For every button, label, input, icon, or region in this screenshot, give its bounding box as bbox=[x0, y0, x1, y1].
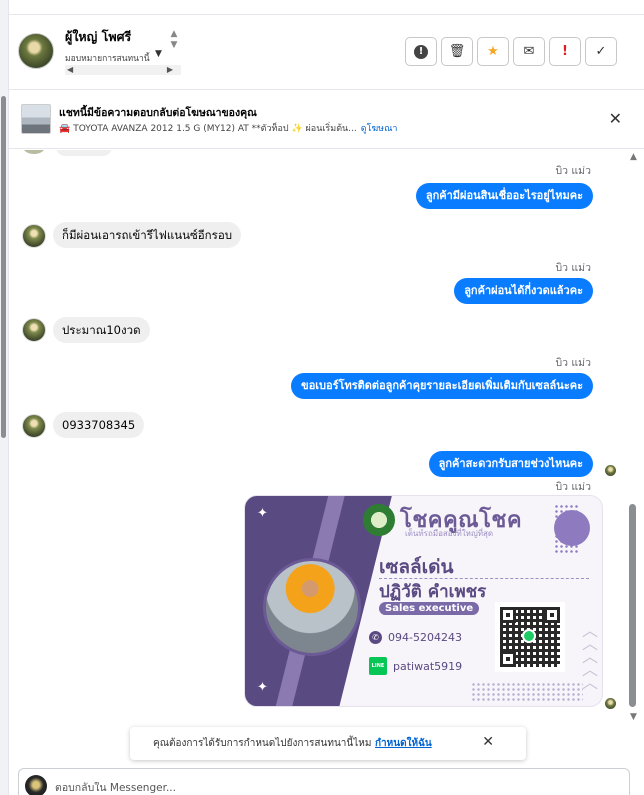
contact-avatar-partial bbox=[23, 150, 45, 154]
assign-conversation-dropdown[interactable]: มอบหมายการสนทนานี้ bbox=[65, 51, 150, 65]
card-line-row: LINE patiwat5919 bbox=[369, 657, 462, 675]
view-ad-link[interactable]: ดูโฆษณา bbox=[361, 124, 398, 134]
seen-receipt-avatar bbox=[605, 698, 616, 709]
dealer-logo bbox=[363, 504, 395, 536]
exclamation-icon: ! bbox=[562, 44, 568, 59]
page-avatar bbox=[25, 775, 47, 795]
salesperson-photo bbox=[263, 558, 361, 656]
qr-finder bbox=[544, 607, 560, 623]
qr-code-pattern bbox=[500, 607, 560, 667]
thread-scrollbar-thumb[interactable] bbox=[629, 504, 636, 707]
scroll-left-icon[interactable]: ◀ bbox=[67, 65, 73, 74]
salesperson-name: ปฏิวัติ คำเพชร bbox=[379, 582, 487, 602]
qr-finder bbox=[500, 607, 516, 623]
email-button[interactable]: ✉ bbox=[513, 37, 545, 66]
salesperson-role: Sales executive bbox=[379, 602, 480, 615]
star-icon: ★ bbox=[487, 44, 499, 59]
incoming-message[interactable]: 0933708345 bbox=[53, 412, 145, 438]
envelope-icon: ✉ bbox=[523, 44, 535, 59]
sparkle-icon: ✦ bbox=[257, 506, 268, 521]
outgoing-message[interactable]: ลูกค้ามีผ่อนสินเชื่ออะไรอยู่ไหมคะ bbox=[415, 183, 593, 209]
seen-receipt-avatar bbox=[605, 465, 616, 476]
ad-reply-banner: แชทนี้มีข้อความตอบกลับต่อโฆษณาของคุณ 🚘 TO… bbox=[9, 91, 644, 149]
star-button[interactable]: ★ bbox=[477, 37, 509, 66]
sender-name: บิว แม่ว bbox=[555, 357, 591, 369]
chevron-down-icon[interactable]: ▼ bbox=[155, 49, 162, 59]
sender-name: บิว แม่ว bbox=[555, 481, 591, 493]
trash-icon: 🗑 bbox=[448, 44, 466, 59]
assign-prompt: คุณต้องการได้รับการกำหนดไปยังการสนทนานี้… bbox=[130, 727, 526, 760]
delete-button[interactable]: 🗑 bbox=[441, 37, 473, 66]
contact-avatar[interactable] bbox=[22, 224, 46, 248]
close-icon[interactable]: ✕ bbox=[482, 734, 494, 750]
left-scrollbar-thumb[interactable] bbox=[1, 96, 6, 438]
sender-name: บิว แม่ว bbox=[555, 165, 591, 177]
outgoing-message[interactable]: ลูกค้าผ่อนได้กี่งวดแล้วคะ bbox=[454, 278, 593, 304]
assign-to-me-link[interactable]: กำหนดให้ฉัน bbox=[375, 736, 432, 751]
qr-line-logo bbox=[522, 629, 536, 643]
business-card-image[interactable]: ✦ ✦ โชคคูณโชค เต็นท์รถมือสองที่ใหญ่ที่สุ… bbox=[244, 495, 603, 707]
sender-name: บิว แม่ว bbox=[555, 262, 591, 274]
incoming-message-partial bbox=[56, 150, 112, 156]
ad-car-thumbnail[interactable] bbox=[21, 104, 51, 134]
dealer-tagline: เต็นท์รถมือสองที่ใหญ่ที่สุด bbox=[405, 529, 494, 538]
qr-finder bbox=[500, 651, 516, 667]
card-line-id: patiwat5919 bbox=[393, 659, 463, 673]
mark-spam-button[interactable]: ! bbox=[549, 37, 581, 66]
scroll-right-icon[interactable]: ▶ bbox=[167, 65, 173, 74]
contact-name[interactable]: ผู้ใหญ่ โพศรี bbox=[65, 27, 131, 47]
left-scrollbar[interactable] bbox=[0, 0, 9, 795]
contact-avatar[interactable] bbox=[22, 414, 46, 438]
info-button[interactable]: ! bbox=[405, 37, 437, 66]
qr-code bbox=[495, 602, 565, 672]
outgoing-message[interactable]: ลูกค้าสะดวกรับสายช่วงไหนคะ bbox=[428, 451, 593, 477]
message-thread[interactable]: บิว แม่ว ลูกค้ามีผ่อนสินเชื่ออะไรอยู่ไหม… bbox=[9, 150, 626, 722]
assignee-scroll-arrows-icon[interactable]: ▲ ▼ bbox=[169, 29, 179, 51]
decorative-dots bbox=[471, 682, 583, 702]
card-phone-row: ✆ 094-5204243 bbox=[369, 631, 462, 644]
info-icon: ! bbox=[414, 44, 428, 59]
scroll-up-icon[interactable]: ▲ bbox=[630, 152, 637, 162]
card-phone: 094-5204243 bbox=[388, 631, 462, 644]
decorative-circle bbox=[554, 510, 590, 546]
line-app-icon: LINE bbox=[369, 657, 387, 675]
contact-avatar[interactable] bbox=[18, 33, 54, 69]
chevron-up-decoration-icon: ︿ ︿ ︿ ︿ ︿ bbox=[581, 621, 598, 692]
contact-avatar[interactable] bbox=[22, 318, 46, 342]
incoming-message[interactable]: ก็มีผ่อนเอารถเข้ารีไฟแนนซ์อีกรอบ bbox=[53, 222, 242, 248]
ad-listing-text: TOYOTA AVANZA 2012 1.5 G (MY12) AT **ตัว… bbox=[73, 124, 357, 134]
top-divider bbox=[9, 0, 644, 15]
assignee-horizontal-scrollbar[interactable]: ◀ ▶ bbox=[65, 65, 181, 75]
ad-listing-line: 🚘 TOYOTA AVANZA 2012 1.5 G (MY12) AT **ตั… bbox=[59, 121, 397, 135]
reply-input[interactable] bbox=[55, 782, 555, 794]
conversation-actions: ! 🗑 ★ ✉ ! ✓ bbox=[405, 37, 617, 66]
outgoing-message[interactable]: ขอเบอร์โทรติดต่อลูกค้าคุยรายละเอียดเพิ่ม… bbox=[291, 373, 593, 399]
incoming-message[interactable]: ประมาณ10งวด bbox=[53, 317, 150, 343]
checkmark-icon: ✓ bbox=[595, 44, 607, 59]
thread-scrollbar[interactable]: ▲ ▼ bbox=[626, 150, 644, 722]
phone-icon: ✆ bbox=[369, 631, 382, 644]
sparkle-icon: ✦ bbox=[257, 680, 268, 695]
mark-done-button[interactable]: ✓ bbox=[585, 37, 617, 66]
conversation-header: ผู้ใหญ่ โพศรี ▲ ▼ มอบหมายการสนทนานี้ ▼ ◀ … bbox=[9, 15, 644, 90]
reply-composer[interactable] bbox=[18, 768, 630, 795]
scroll-down-icon[interactable]: ▼ bbox=[630, 712, 637, 722]
inbox-conversation-panel: ผู้ใหญ่ โพศรี ▲ ▼ มอบหมายการสนทนานี้ ▼ ◀ … bbox=[0, 0, 644, 795]
assign-prompt-text: คุณต้องการได้รับการกำหนดไปยังการสนทนานี้… bbox=[153, 738, 372, 749]
close-icon[interactable]: ✕ bbox=[609, 109, 622, 128]
car-icon: 🚘 bbox=[59, 124, 71, 134]
ad-banner-title: แชทนี้มีข้อความตอบกลับต่อโฆษณาของคุณ bbox=[59, 107, 257, 119]
